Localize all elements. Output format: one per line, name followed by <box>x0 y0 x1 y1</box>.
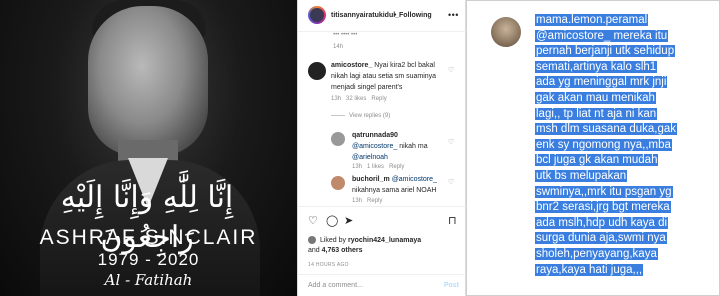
reply-meta: 13h Reply <box>352 198 382 204</box>
reply-reply-button[interactable]: Reply <box>367 198 382 204</box>
reply-avatar[interactable] <box>331 132 345 146</box>
liked-count[interactable]: 4,763 others <box>322 247 363 254</box>
comment-line: ada mslh,hdp udh kaya di <box>535 216 669 229</box>
liked-by-summary: Liked by ryochin424_lunamaya and 4,763 o… <box>308 236 421 256</box>
selected-comment-text: mama.lemon.peramal @amicostore_ mereka it… <box>535 13 705 278</box>
reply-item: qatrunnada90 @amicostore_ nikah ma @arie… <box>298 128 467 170</box>
highlighted-comment-panel: mama.lemon.peramal @amicostore_ mereka it… <box>466 0 720 296</box>
comment-line: msh dlm suasana duka,gak <box>535 123 677 136</box>
reply-mention[interactable]: @amicostore_ <box>352 143 397 150</box>
reply-likes[interactable]: 1 likes <box>367 164 384 170</box>
liked-by-label: Liked by <box>319 237 347 244</box>
comment-line: pernah berjanji utk sehidup <box>535 45 676 58</box>
post-timestamp: 14 HOURS AGO <box>308 262 349 268</box>
comment-reply-button[interactable]: Reply <box>371 96 386 102</box>
like-comment-heart-icon[interactable]: ♡ <box>448 66 454 74</box>
previous-comment-fragment: ••• •••• ••• <box>333 32 358 38</box>
view-replies-link[interactable]: View replies (9) <box>331 113 390 119</box>
reply-time: 13h <box>352 164 363 170</box>
comment-username[interactable]: amicostore_ <box>331 62 372 69</box>
reply-item: buchoril_m @amicostore_ nikahnya sama ar… <box>298 174 467 206</box>
memorial-years: 1979 - 2020 <box>97 250 200 269</box>
reply-body: nikahnya sama ariel NOAH <box>352 187 437 194</box>
more-options-icon[interactable]: ••• <box>448 10 459 20</box>
memorial-fatihah: Al - Fatihah <box>104 271 193 289</box>
comment-meta: 13h 32 likes Reply <box>331 96 387 102</box>
commenter-avatar[interactable] <box>491 17 521 47</box>
reply-time: 13h <box>352 198 363 204</box>
comment-line: @amicostore_ mereka itu <box>535 29 669 42</box>
author-avatar[interactable] <box>308 6 326 24</box>
liked-by-user[interactable]: ryochin424_lunamaya <box>348 237 421 244</box>
memorial-photo: إِنَّا لِلَّٰهِ وَإِنَّا إِلَيْهِ رَاجِع… <box>0 0 297 296</box>
reply-body: nikah ma <box>399 143 428 150</box>
comment-input[interactable]: Add a comment... <box>308 282 363 289</box>
reply-avatar[interactable] <box>331 176 345 190</box>
comment-icon[interactable]: ◯ <box>326 214 338 227</box>
comment-text: amicostore_ Nyai kira2 bcl bakal nikah l… <box>331 60 443 93</box>
liker-avatar <box>308 236 316 245</box>
separator-dot: • <box>394 12 397 19</box>
reply-mention[interactable]: @amicostore_ <box>392 176 437 183</box>
add-comment-bar: Add a comment... Post <box>298 274 467 296</box>
like-reply-heart-icon[interactable]: ♡ <box>448 178 454 186</box>
comment-line: bnr2 serasi,jrg bgt mereka <box>535 201 671 214</box>
comment-line: semati,artinya kalo slh1 <box>535 60 658 73</box>
bookmark-icon[interactable]: ⊓ <box>448 214 457 227</box>
reply-meta: 13h 1 likes Reply <box>352 164 404 170</box>
comment-line: enk sy ngomong nya,,mba <box>535 138 672 151</box>
reply-text: qatrunnada90 @amicostore_ nikah ma @arie… <box>352 130 446 163</box>
reply-mention-2[interactable]: @arielnoah <box>352 154 388 161</box>
comment-line: lagi,, tp liat nt aja ni kan <box>535 107 658 120</box>
comment-line: gak akan mau menikah <box>535 91 656 104</box>
previous-comment-time: 14h <box>333 44 344 50</box>
instagram-post-panel: titisannyairatukidul_ • Following ••• ••… <box>297 0 467 296</box>
comment-time: 13h <box>331 96 342 102</box>
reply-username[interactable]: buchoril_m <box>352 176 390 183</box>
comment-likes[interactable]: 32 likes <box>346 96 366 102</box>
post-comment-button[interactable]: Post <box>444 282 459 289</box>
heart-icon[interactable]: ♡ <box>308 214 318 227</box>
comment-line: ada yg meninggal mrk jnji <box>535 76 668 89</box>
reply-username[interactable]: qatrunnada90 <box>352 132 398 139</box>
post-actions-bar: ♡ ◯ ➤ ⊓ <box>298 206 467 234</box>
commenter-avatar[interactable] <box>308 62 326 80</box>
reply-text: buchoril_m @amicostore_ nikahnya sama ar… <box>352 174 446 196</box>
comment-line: bcl juga gk akan mudah <box>535 154 659 167</box>
author-username[interactable]: titisannyairatukidul_ <box>331 12 399 19</box>
portrait-face <box>88 6 208 156</box>
post-header: titisannyairatukidul_ • Following ••• <box>298 0 467 32</box>
comment-line: raya,kaya hati juga,,, <box>535 263 644 276</box>
comment-line: utk bs melupakan <box>535 169 628 182</box>
memorial-name: ASHRAF SINCLAIR <box>39 226 258 249</box>
comment-line: surga dunia aja,swmi nya <box>535 232 667 245</box>
comment-line: sholeh,penyayang,kaya <box>535 247 658 260</box>
following-button[interactable]: Following <box>399 12 432 19</box>
share-icon[interactable]: ➤ <box>344 214 353 227</box>
like-reply-heart-icon[interactable]: ♡ <box>448 138 454 146</box>
liked-and-label: and <box>308 247 320 254</box>
comment-item: amicostore_ Nyai kira2 bcl bakal nikah l… <box>298 58 467 108</box>
comment-line: mama.lemon.peramal <box>535 14 649 26</box>
reply-reply-button[interactable]: Reply <box>389 164 404 170</box>
comment-line: swminya,,mrk itu psgan yg <box>535 185 673 198</box>
